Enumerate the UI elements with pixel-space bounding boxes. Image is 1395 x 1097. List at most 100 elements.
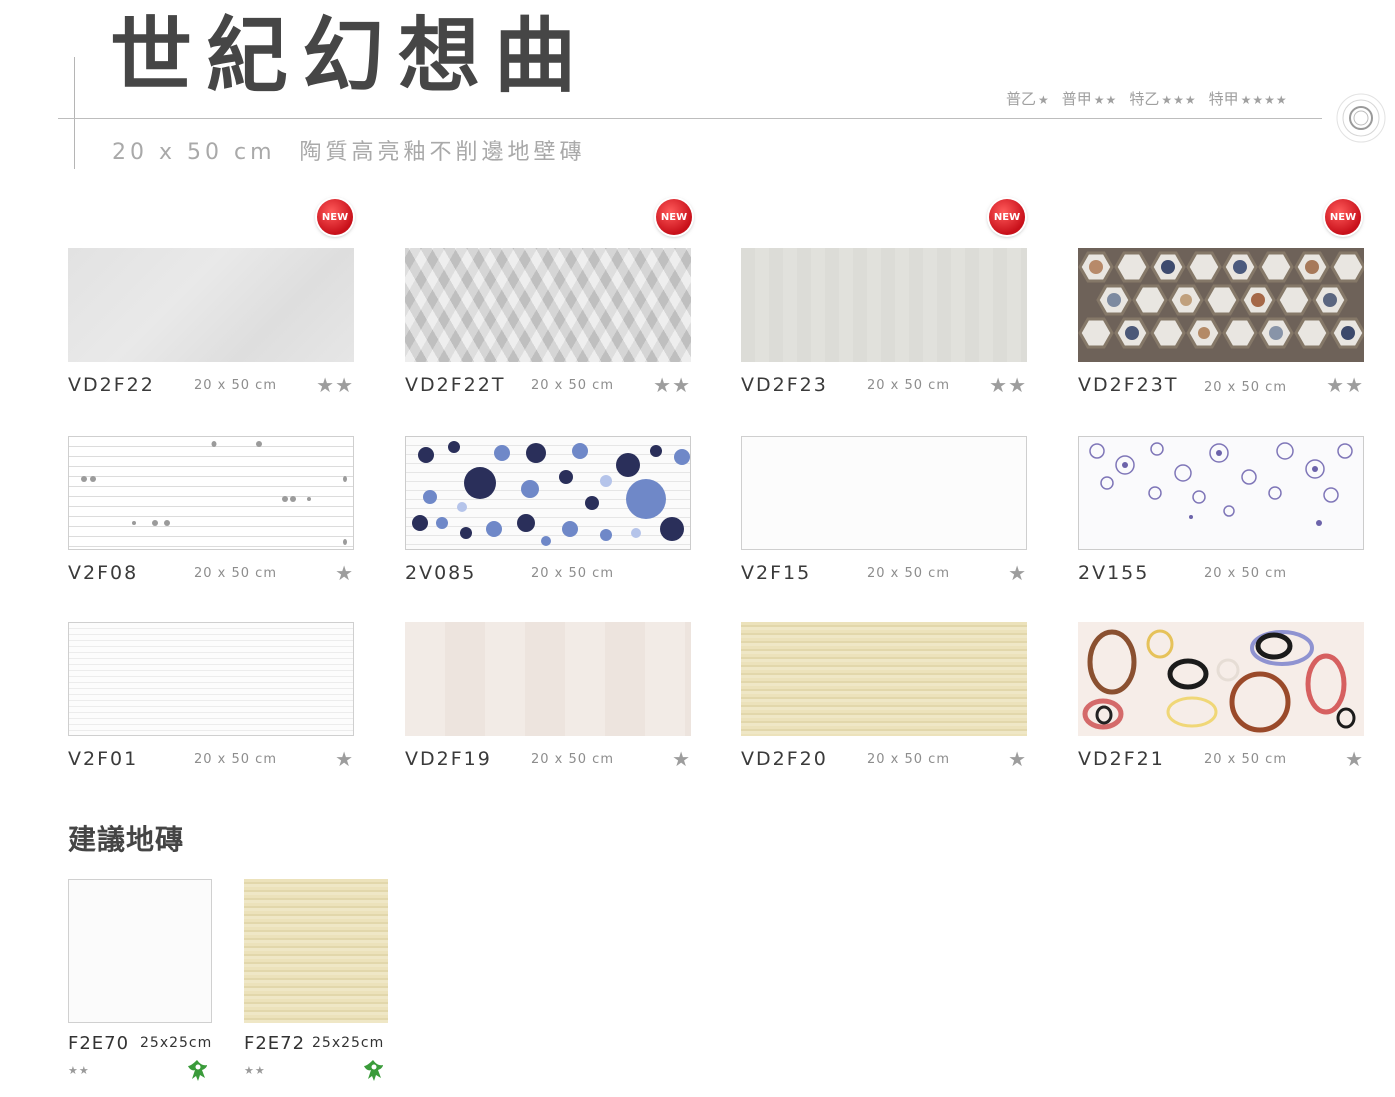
circle-logo-icon xyxy=(1336,93,1386,143)
tile-code: VD2F23T xyxy=(1078,374,1179,396)
tile-image xyxy=(405,436,691,550)
tile-size: 20 x 50 cm xyxy=(1204,380,1287,395)
new-badge-icon: NEW xyxy=(317,199,353,235)
tile-image xyxy=(741,622,1027,736)
tile-size: 20 x 50 cm xyxy=(531,378,614,393)
tile-card: VD2F21 20 x 50 cm ★ xyxy=(1078,622,1364,771)
floor-tile-size: 25x25cm xyxy=(312,1035,385,1051)
new-badge-icon: NEW xyxy=(656,199,692,235)
tile-image xyxy=(1078,622,1364,736)
grade-label: 特甲 xyxy=(1208,90,1239,108)
tile-size: 20 x 50 cm xyxy=(867,752,950,767)
green-label-icon xyxy=(188,1060,207,1081)
tile-image xyxy=(68,436,354,550)
tile-grade-stars: ★ xyxy=(1008,561,1027,585)
grade-label: 普甲 xyxy=(1061,90,1092,108)
tile-size: 20 x 50 cm xyxy=(531,752,614,767)
grade-stars: ★★★ xyxy=(1161,93,1197,107)
grade-legend: 普乙 ★ 普甲 ★★ 特乙 ★★★ 特甲 ★★★★ xyxy=(1006,88,1288,109)
grade-item: 普甲 ★★ xyxy=(1062,88,1118,109)
grade-item: 特甲 ★★★★ xyxy=(1209,88,1288,109)
tile-image xyxy=(1078,248,1364,362)
tile-card: VD2F23T 20 x 50 cm ★★ xyxy=(1078,248,1364,397)
tile-image xyxy=(741,436,1027,550)
floor-tile-stars: ★★ xyxy=(68,1064,90,1077)
tile-code: V2F01 xyxy=(68,748,139,770)
tile-size: 20 x 50 cm xyxy=(1204,752,1287,767)
grade-stars: ★★ xyxy=(1093,93,1118,107)
tile-code: VD2F22T xyxy=(405,374,506,396)
tile-grade-stars: ★ xyxy=(335,561,354,585)
tile-grade-stars: ★ xyxy=(672,747,691,771)
tile-card: V2F01 20 x 50 cm ★ xyxy=(68,622,354,771)
hexagon-pattern-icon xyxy=(1078,251,1364,349)
green-label-icon xyxy=(364,1060,383,1081)
floor-tile-size: 25x25cm xyxy=(140,1035,213,1051)
tile-grade-stars: ★ xyxy=(1345,747,1364,771)
header-vertical-rule xyxy=(74,57,75,169)
tile-card: VD2F22 20 x 50 cm ★★ xyxy=(68,248,354,397)
grade-stars: ★★★★ xyxy=(1240,93,1288,107)
tile-code: VD2F22 xyxy=(68,374,155,396)
tile-size: 20 x 50 cm xyxy=(531,566,614,581)
grade-item: 普乙 ★ xyxy=(1006,88,1050,109)
grade-item: 特乙 ★★★ xyxy=(1129,88,1196,109)
dots-pattern-icon xyxy=(81,441,347,545)
tile-grade-stars: ★★ xyxy=(989,373,1027,397)
subtitle-size: 20 x 50 cm xyxy=(112,140,276,165)
tile-card: V2F15 20 x 50 cm ★ xyxy=(741,436,1027,585)
tile-size: 20 x 50 cm xyxy=(867,378,950,393)
flower-pattern-icon xyxy=(412,441,690,546)
grade-label: 普乙 xyxy=(1006,90,1037,108)
tile-grade-stars: ★★ xyxy=(316,373,354,397)
tile-size: 20 x 50 cm xyxy=(1204,566,1287,581)
floor-tile-image xyxy=(68,879,212,1023)
section-title: 建議地磚 xyxy=(68,823,185,856)
tile-grade-stars: ★★ xyxy=(653,373,691,397)
subtitle-description: 陶質高亮釉不削邊地壁磚 xyxy=(299,140,586,165)
tile-grade-stars: ★★ xyxy=(1326,373,1364,397)
floor-tile-code: F2E70 xyxy=(68,1033,130,1054)
floor-tile-card: F2E72 25x25cm ★★ xyxy=(244,879,390,1081)
floor-tile-card: F2E70 25x25cm ★★ xyxy=(68,879,214,1081)
rings-pattern-icon xyxy=(1082,629,1356,733)
tile-card: VD2F19 20 x 50 cm ★ xyxy=(405,622,691,771)
tile-card: 2V085 20 x 50 cm xyxy=(405,436,691,584)
tile-image xyxy=(741,248,1027,362)
grade-label: 特乙 xyxy=(1129,90,1160,108)
tile-card: VD2F22T 20 x 50 cm ★★ xyxy=(405,248,691,397)
tile-image xyxy=(68,622,354,736)
floor-tile-image xyxy=(244,879,388,1023)
tile-card: VD2F20 20 x 50 cm ★ xyxy=(741,622,1027,771)
flower-border-pattern-icon xyxy=(1089,442,1353,526)
tile-image xyxy=(68,248,354,362)
tile-image xyxy=(1078,436,1364,550)
tile-image xyxy=(405,248,691,362)
floor-tile-code: F2E72 xyxy=(244,1033,306,1054)
tile-grade-stars: ★ xyxy=(1008,747,1027,771)
page-subtitle: 20 x 50 cm 陶質高亮釉不削邊地壁磚 xyxy=(112,134,586,166)
tile-code: VD2F23 xyxy=(741,374,828,396)
tile-code: V2F15 xyxy=(741,562,812,584)
grade-stars: ★ xyxy=(1038,93,1050,107)
tile-code: 2V155 xyxy=(1078,562,1150,584)
tile-size: 20 x 50 cm xyxy=(194,378,277,393)
tile-code: VD2F19 xyxy=(405,748,492,770)
tile-card: V2F08 20 x 50 cm ★ xyxy=(68,436,354,585)
page-title: 世紀幻想曲 xyxy=(110,9,591,104)
tile-card: 2V155 20 x 50 cm xyxy=(1078,436,1364,584)
tile-code: 2V085 xyxy=(405,562,477,584)
tile-image xyxy=(405,622,691,736)
tile-size: 20 x 50 cm xyxy=(194,752,277,767)
new-badge-icon: NEW xyxy=(989,199,1025,235)
header-horizontal-rule xyxy=(58,118,1322,119)
floor-tile-stars: ★★ xyxy=(244,1064,266,1077)
tile-code: VD2F21 xyxy=(1078,748,1165,770)
new-badge-icon: NEW xyxy=(1325,199,1361,235)
tile-card: VD2F23 20 x 50 cm ★★ xyxy=(741,248,1027,397)
tile-size: 20 x 50 cm xyxy=(194,566,277,581)
tile-code: V2F08 xyxy=(68,562,139,584)
tile-size: 20 x 50 cm xyxy=(867,566,950,581)
tile-grade-stars: ★ xyxy=(335,747,354,771)
tile-code: VD2F20 xyxy=(741,748,828,770)
